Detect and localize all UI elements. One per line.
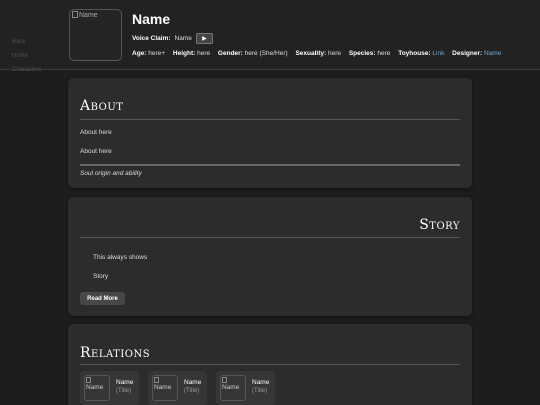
voice-claim-value: Name [174,35,192,42]
broken-image-icon [222,377,227,383]
stat-label: Age: [132,50,147,57]
toyhouse-link[interactable]: Link [432,50,444,57]
relations-card: Relations Name Name (Title) Name Name (T… [68,324,472,405]
story-text: Story [93,273,109,280]
story-preview: This always shows [93,254,148,261]
stat-label: Sexuality: [295,50,327,57]
nav-home-link[interactable]: Home [12,49,41,63]
character-portrait: Name [69,9,122,61]
relation-card[interactable]: Name Name (Title) [216,371,275,405]
relation-title: (Title) [252,388,268,394]
nav-characters-link[interactable]: Characters [12,63,41,77]
relation-title: (Title) [116,388,132,394]
relation-name: Name [184,379,202,386]
stat-label: Gender: [217,50,243,57]
stat-value: here [377,50,391,57]
avatar-alt-text: Name [222,384,240,391]
play-button[interactable]: ▶ [195,33,213,44]
stat-label: Species: [348,50,376,57]
stat-label: Toyhouse: [398,50,431,57]
voice-claim-label: Voice Claim: [132,35,171,42]
about-text: About here [80,129,112,136]
avatar-alt-text: Name [86,384,104,391]
stat-label: Designer: [452,50,483,57]
broken-image-icon [72,11,78,18]
relation-avatar: Name [220,375,246,401]
play-icon: ▶ [202,36,207,42]
side-nav: Back Home Characters [12,35,41,77]
relation-card[interactable]: Name Name (Title) [80,371,139,405]
relation-avatar: Name [84,375,110,401]
nav-back-link[interactable]: Back [12,35,41,49]
divider [80,364,460,365]
avatar-alt-text: Name [154,384,172,391]
character-stats: Age: here+ Height: here Gender: here (Sh… [132,50,501,57]
stat-value: here [197,50,211,57]
relation-avatar: Name [152,375,178,401]
stat-label: Height: [172,50,196,57]
character-name: Name [132,11,171,27]
divider [80,237,460,238]
about-caption: Soul origin and ability [80,170,142,177]
relation-card[interactable]: Name Name (Title) [148,371,207,405]
relation-name: Name [116,379,134,386]
stat-value: here [328,50,342,57]
read-more-button[interactable]: Read More [80,292,125,305]
about-heading: About [80,98,124,114]
relation-title: (Title) [184,388,200,394]
about-card: About About here About here Soul origin … [68,78,472,188]
relation-name: Name [252,379,270,386]
stat-value: here+ [148,50,166,57]
divider [80,164,460,166]
broken-image-icon [86,377,91,383]
broken-image-icon [154,377,159,383]
relations-heading: Relations [80,345,151,361]
designer-link[interactable]: Name [484,50,501,57]
voice-claim: Voice Claim: Name ▶ [132,33,213,44]
portrait-alt-text: Name [79,12,98,19]
divider [80,119,460,120]
stat-value: here (She/Her) [244,50,288,57]
about-text: About here [80,148,112,155]
story-card: Story This always shows Story Read More [68,197,472,316]
story-heading: Story [419,217,460,233]
